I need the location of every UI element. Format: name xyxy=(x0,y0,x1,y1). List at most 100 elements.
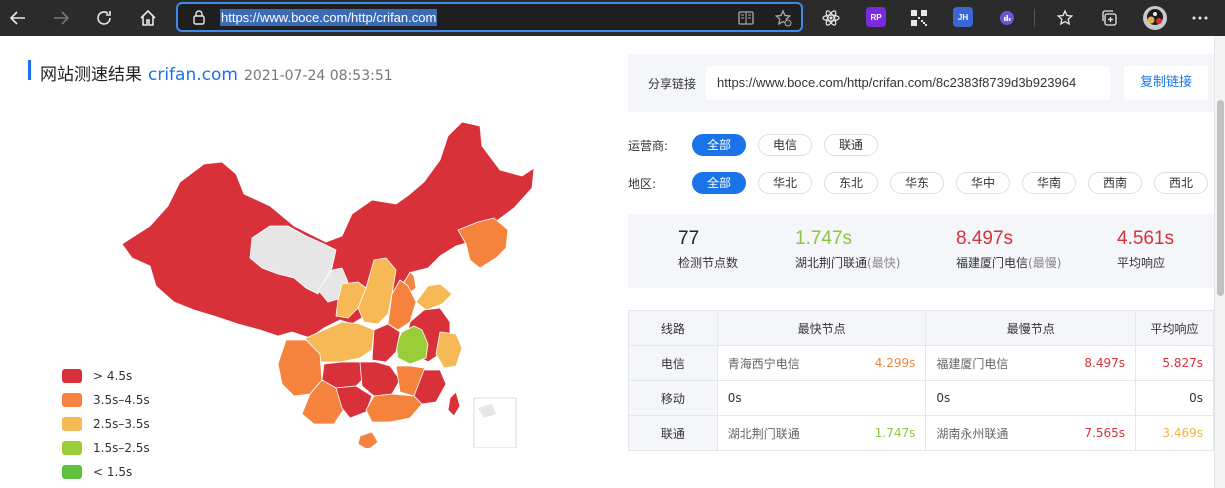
profile-avatar[interactable] xyxy=(1141,4,1169,32)
legend-item[interactable]: 2.5s–3.5s xyxy=(62,412,150,436)
region-filter: 地区: 全部 华北 东北 华东 华中 华南 西南 西北 xyxy=(628,171,1208,195)
stat-value: 8.497s xyxy=(956,228,1014,249)
average-cell: 0s xyxy=(1135,380,1214,416)
region-chip-southwest[interactable]: 西南 xyxy=(1088,172,1142,194)
toolbar-divider xyxy=(1034,9,1035,27)
legend-item[interactable]: > 4.5s xyxy=(62,364,150,388)
slowest-node-cell: 福建厦门电信 8.497s xyxy=(925,345,1137,381)
avg-time: 3.469s xyxy=(1162,426,1203,440)
stat-value: 4.561s xyxy=(1117,228,1175,249)
more-menu-icon[interactable] xyxy=(1186,4,1214,32)
isp-chip-all[interactable]: 全部 xyxy=(692,134,746,156)
address-bar[interactable]: https://www.boce.com/http/crifan.com xyxy=(176,2,803,32)
legend-swatch xyxy=(62,465,82,479)
map-region xyxy=(435,331,463,369)
node-time: 8.497s xyxy=(1084,356,1126,370)
region-chip-south[interactable]: 华南 xyxy=(1022,172,1076,194)
refresh-icon[interactable] xyxy=(90,4,118,32)
copy-link-button[interactable]: 复制链接 xyxy=(1124,66,1208,100)
node-time: 4.299s xyxy=(874,356,916,370)
region-chip-northwest[interactable]: 西北 xyxy=(1154,172,1208,194)
jh-extension-icon[interactable]: JH xyxy=(953,7,973,27)
stat-average: 4.561s 平均响应 xyxy=(1117,228,1174,271)
rp-extension-icon[interactable]: RP xyxy=(866,7,886,27)
table-row: 联通 湖北荆门联通 1.747s 湖南永州联通 7.565s 3.469s xyxy=(628,415,1214,451)
slowest-node-cell: 0s xyxy=(925,380,1137,416)
title-site[interactable]: crifan.com xyxy=(148,65,238,85)
legend-item[interactable]: < 1.5s xyxy=(62,460,150,484)
page-title: 网站测速结果 crifan.com 2021-07-24 08:53:51 xyxy=(28,60,393,85)
home-icon[interactable] xyxy=(134,4,162,32)
share-panel: 分享链接 https://www.boce.com/http/crifan.co… xyxy=(628,54,1214,112)
legend-swatch xyxy=(62,393,82,407)
stat-fastest: 1.747s 湖北荆门联通(最快) xyxy=(795,228,900,271)
legend-label: 3.5s–4.5s xyxy=(93,393,150,407)
scrollbar-thumb[interactable] xyxy=(1217,100,1224,296)
stat-value: 77 xyxy=(678,228,700,249)
lock-icon[interactable] xyxy=(192,9,206,29)
region-chip-all[interactable]: 全部 xyxy=(692,172,746,194)
stat-label: 检测节点数 xyxy=(678,256,739,270)
map-region xyxy=(359,361,401,397)
qr-code-icon[interactable] xyxy=(905,4,933,32)
reader-mode-icon[interactable] xyxy=(738,10,754,30)
favorites-icon[interactable] xyxy=(1051,4,1079,32)
isp-chip-telecom[interactable]: 电信 xyxy=(758,134,812,156)
legend-label: > 4.5s xyxy=(93,369,133,383)
node-name: 湖北荆门联通 xyxy=(727,426,800,441)
legend-label: 2.5s–3.5s xyxy=(93,417,150,431)
stat-label: 福建厦门电信(最慢) xyxy=(956,254,1061,271)
region-chip-east[interactable]: 华东 xyxy=(890,172,944,194)
column-header: 线路 xyxy=(628,310,718,346)
map-legend: > 4.5s 3.5s–4.5s 2.5s–3.5s 1.5s–2.5s < 1… xyxy=(62,364,150,484)
table-header-row: 线路 最快节点 最慢节点 平均响应 xyxy=(628,310,1214,346)
map-region xyxy=(357,431,379,448)
region-chip-central[interactable]: 华中 xyxy=(956,172,1010,194)
avg-time: 5.827s xyxy=(1162,356,1203,370)
stat-node-name: 湖北荆门联通 xyxy=(795,256,868,270)
node-name: 青海西宁电信 xyxy=(727,356,800,371)
url-text[interactable]: https://www.boce.com/http/crifan.com xyxy=(220,9,438,26)
collections-icon[interactable] xyxy=(1095,4,1123,32)
share-label: 分享链接 xyxy=(648,77,697,91)
fastest-node-cell: 青海西宁电信 4.299s xyxy=(716,345,927,381)
react-devtools-icon[interactable] xyxy=(817,4,845,32)
page-scrollbar[interactable] xyxy=(1214,36,1225,488)
region-chip-northeast[interactable]: 东北 xyxy=(824,172,878,194)
map-region xyxy=(371,323,401,363)
stat-value: 1.747s xyxy=(795,228,853,249)
legend-item[interactable]: 3.5s–4.5s xyxy=(62,388,150,412)
add-favorite-icon[interactable] xyxy=(774,9,792,31)
legend-swatch xyxy=(62,441,82,455)
region-chip-north[interactable]: 华北 xyxy=(758,172,812,194)
average-cell: 5.827s xyxy=(1135,345,1214,381)
isp-filter: 运营商: 全部 电信 联通 xyxy=(628,133,890,157)
page-content: 网站测速结果 crifan.com 2021-07-24 08:53:51 > … xyxy=(0,36,1225,488)
fastest-node-cell: 0s xyxy=(716,380,927,416)
slowest-node-cell: 湖南永州联通 7.565s xyxy=(925,415,1137,451)
stats-extension-icon[interactable] xyxy=(993,4,1021,32)
legend-swatch xyxy=(62,417,82,431)
forward-icon[interactable] xyxy=(47,4,75,32)
legend-label: 1.5s–2.5s xyxy=(93,441,150,455)
isp-chip-unicom[interactable]: 联通 xyxy=(824,134,878,156)
stat-node-count: 77 检测节点数 xyxy=(678,228,738,271)
legend-item[interactable]: 1.5s–2.5s xyxy=(62,436,150,460)
map-region xyxy=(415,283,453,311)
column-header: 最慢节点 xyxy=(925,310,1137,346)
stat-label: 平均响应 xyxy=(1117,256,1166,270)
line-results-table: 线路 最快节点 最慢节点 平均响应 电信 青海西宁电信 4.299s 福建厦门电信… xyxy=(628,310,1214,451)
stats-panel: 77 检测节点数 1.747s 湖北荆门联通(最快) 8.497s 福建厦门电信… xyxy=(628,214,1214,288)
line-name: 联通 xyxy=(628,415,718,451)
legend-swatch xyxy=(62,369,82,383)
node-name: 湖南永州联通 xyxy=(936,426,1009,441)
map-region xyxy=(365,393,423,423)
stat-tag: (最快) xyxy=(867,256,901,270)
column-header: 平均响应 xyxy=(1135,310,1214,346)
share-url-field[interactable]: https://www.boce.com/http/crifan.com/8c2… xyxy=(706,66,1110,100)
title-timestamp: 2021-07-24 08:53:51 xyxy=(243,68,393,84)
back-icon[interactable] xyxy=(4,4,32,32)
china-speed-map[interactable] xyxy=(110,118,550,448)
node-name: 福建厦门电信 xyxy=(936,356,1009,371)
isp-filter-label: 运营商: xyxy=(628,138,669,153)
